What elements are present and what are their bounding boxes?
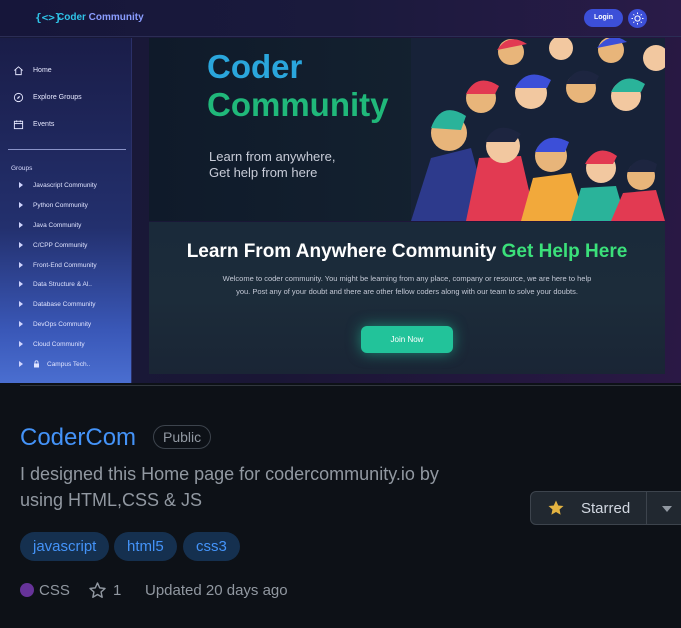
chevron-down-icon [662,506,672,512]
caret-right-icon [19,222,23,228]
star-filled-icon [548,500,564,515]
banner-text: Welcome to coder community. You might be… [222,274,592,296]
hero-subtitle-line2: Get help from here [209,165,318,180]
caret-right-icon [19,242,23,248]
language-info: CSS [20,580,70,600]
caret-right-icon [19,182,23,188]
preview-group-item: Front-End Community [19,260,97,270]
preview-group-item: Cloud Community [19,339,85,349]
hero-title-line1: Coder [207,48,303,85]
preview-sidebar: Home Explore Groups Events Groups Javasc… [0,38,132,383]
star-button-group: Starred [530,491,681,525]
caret-right-icon [19,281,23,287]
language-color-dot [20,583,34,597]
updated-time: Updated 20 days ago [145,581,288,599]
preview-group-item: Python Community [19,200,88,210]
sun-icon [628,9,647,28]
caret-right-icon [19,341,23,347]
caret-right-icon [19,361,23,367]
caret-right-icon [19,202,23,208]
preview-group-item: Data Structure & Al.. [19,279,92,289]
preview-hero: Coder Community Learn from anywhere, Get… [149,38,665,221]
preview-group-item: Javascript Community [19,180,97,190]
topic-tag[interactable]: css3 [183,532,240,561]
project-preview-image[interactable]: {<>} Coder Community Login Home Explore … [0,0,681,383]
topic-tag[interactable]: javascript [20,532,110,561]
preview-nav-events: Events [13,117,54,131]
repo-description: I designed this Home page for codercommu… [20,464,439,510]
preview-brand-name: Coder Community [57,12,144,23]
stars-count[interactable]: 1 [88,580,121,600]
calendar-icon [13,119,24,129]
preview-group-item: C/CPP Community [19,240,87,250]
preview-group-item: Java Community [19,220,81,230]
preview-group-item: DevOps Community [19,319,91,329]
join-now-button: Join Now [361,326,453,353]
star-outline-icon [89,581,106,598]
visibility-badge: Public [153,425,212,449]
preview-nav-home: Home [13,63,52,77]
hero-subtitle-line1: Learn from anywhere, [209,149,336,164]
starred-button[interactable]: Starred [531,492,647,524]
preview-group-item: Database Community [19,299,96,309]
crowd-illustration [411,38,665,221]
preview-login-button: Login [584,9,623,27]
compass-icon [13,92,24,102]
home-icon [14,65,23,75]
topic-tag[interactable]: html5 [114,532,177,561]
lock-icon [34,360,39,368]
preview-nav-explore: Explore Groups [13,90,82,104]
caret-right-icon [19,301,23,307]
caret-right-icon [19,321,23,327]
star-list-dropdown-button[interactable] [647,492,681,524]
banner-title: Learn From Anywhere Community Get Help H… [186,241,628,262]
repo-name-link[interactable]: CoderCom [20,424,136,452]
hero-title-line2: Community [207,86,389,123]
sidebar-divider [8,149,126,150]
preview-group-item: Campus Tech.. [19,359,90,369]
divider [20,385,681,386]
caret-right-icon [19,262,23,268]
preview-banner: Learn From Anywhere Community Get Help H… [149,222,665,374]
preview-topbar: {<>} Coder Community Login [0,0,681,37]
groups-heading: Groups [11,165,33,172]
